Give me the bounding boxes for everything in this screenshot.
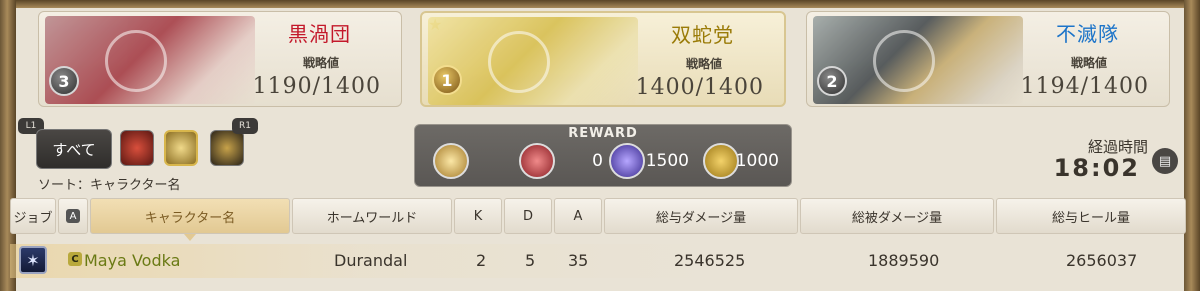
header-a-badge[interactable]: A [58, 198, 88, 234]
header-assists[interactable]: A [554, 198, 602, 234]
team-card-maelstrom: 3 黒渦団 戦略値 1190/1400 [38, 11, 402, 107]
team-name: 不滅隊 [1056, 22, 1119, 46]
maelstrom-banner [45, 16, 255, 104]
strategy-label: 戦略値 [1070, 56, 1107, 70]
header-character-name[interactable]: キャラクター名 [90, 198, 290, 241]
reward-panel: REWARD 0 0 1500 1000 [414, 124, 792, 187]
reward-value: 0 [592, 151, 603, 171]
reward-value: 1000 [735, 151, 779, 171]
gil-coin-icon [703, 143, 739, 179]
character-name[interactable]: Maya Vodka [84, 251, 180, 270]
class-badge: C [68, 252, 82, 266]
elapsed-time-value: 18:02 [1053, 154, 1140, 182]
table-row[interactable]: ✶ C Maya Vodka Durandal 2 5 35 2546525 1… [10, 244, 1190, 278]
team-card-immortal-flames: 2 不滅隊 戦略値 1194/1400 [806, 11, 1170, 107]
rank-2-icon: 2 [817, 66, 847, 96]
twin-adder-emblem-icon [488, 31, 550, 93]
header-kills[interactable]: K [454, 198, 502, 234]
home-world: Durandal [334, 251, 408, 270]
a-badge-icon: A [66, 209, 80, 223]
team-score: 1400/1400 [635, 75, 764, 100]
r1-button-hint[interactable]: R1 [232, 118, 258, 134]
filter-all-button[interactable]: すべて [36, 129, 112, 169]
header-damage-dealt[interactable]: 総与ダメージ量 [604, 198, 798, 234]
twin-adder-banner [428, 17, 638, 105]
header-deaths[interactable]: D [504, 198, 552, 234]
filter-twin-adder-icon[interactable] [164, 130, 198, 166]
team-score: 1194/1400 [1020, 74, 1149, 99]
damage-taken-value: 1889590 [868, 251, 940, 270]
reward-item: 1500 [609, 143, 691, 183]
healing-value: 2656037 [1066, 251, 1138, 270]
reward-item: 0 [519, 143, 603, 183]
gold-seal-icon [433, 143, 469, 179]
filter-immortal-flames-icon[interactable] [210, 130, 244, 166]
header-character-label: キャラクター名 [144, 210, 236, 226]
clipboard-icon[interactable]: ▤ [1152, 148, 1178, 174]
sort-label: ソート：キャラクター名 [38, 178, 181, 193]
sort-caret-icon [184, 234, 196, 241]
immortal-flames-banner [813, 16, 1023, 104]
strategy-label: 戦略値 [302, 56, 339, 70]
deaths-value: 5 [525, 251, 536, 270]
damage-dealt-value: 2546525 [674, 251, 746, 270]
assists-value: 35 [568, 251, 589, 270]
table-header: ジョブ A キャラクター名 ホームワールド K D A 総与ダメージ量 総被ダメ… [10, 198, 1190, 241]
astrologian-job-icon: ✶ [19, 246, 47, 274]
team-name: 双蛇党 [671, 23, 734, 47]
maelstrom-emblem-icon [105, 30, 167, 92]
kills-value: 2 [476, 251, 487, 270]
header-home-world[interactable]: ホームワールド [292, 198, 452, 234]
reward-title: REWARD [568, 126, 638, 141]
team-card-twin-adder: ★ 1 双蛇党 戦略値 1400/1400 [420, 11, 786, 107]
team-score: 1190/1400 [252, 74, 381, 99]
reward-item: 1000 [703, 143, 779, 183]
red-seal-icon [519, 143, 555, 179]
header-job[interactable]: ジョブ [10, 198, 56, 234]
rank-1-icon: 1 [432, 65, 462, 95]
reward-item: 0 [433, 143, 533, 183]
immortal-flames-emblem-icon [873, 30, 935, 92]
header-healing[interactable]: 総与ヒール量 [996, 198, 1186, 234]
frame-top [0, 0, 1200, 8]
reward-value: 1500 [645, 151, 689, 171]
purple-seal-icon [609, 143, 645, 179]
filter-maelstrom-icon[interactable] [120, 130, 154, 166]
strategy-label: 戦略値 [685, 57, 722, 71]
header-damage-taken[interactable]: 総被ダメージ量 [800, 198, 994, 234]
team-name: 黒渦団 [288, 22, 351, 46]
rank-3-icon: 3 [49, 66, 79, 96]
